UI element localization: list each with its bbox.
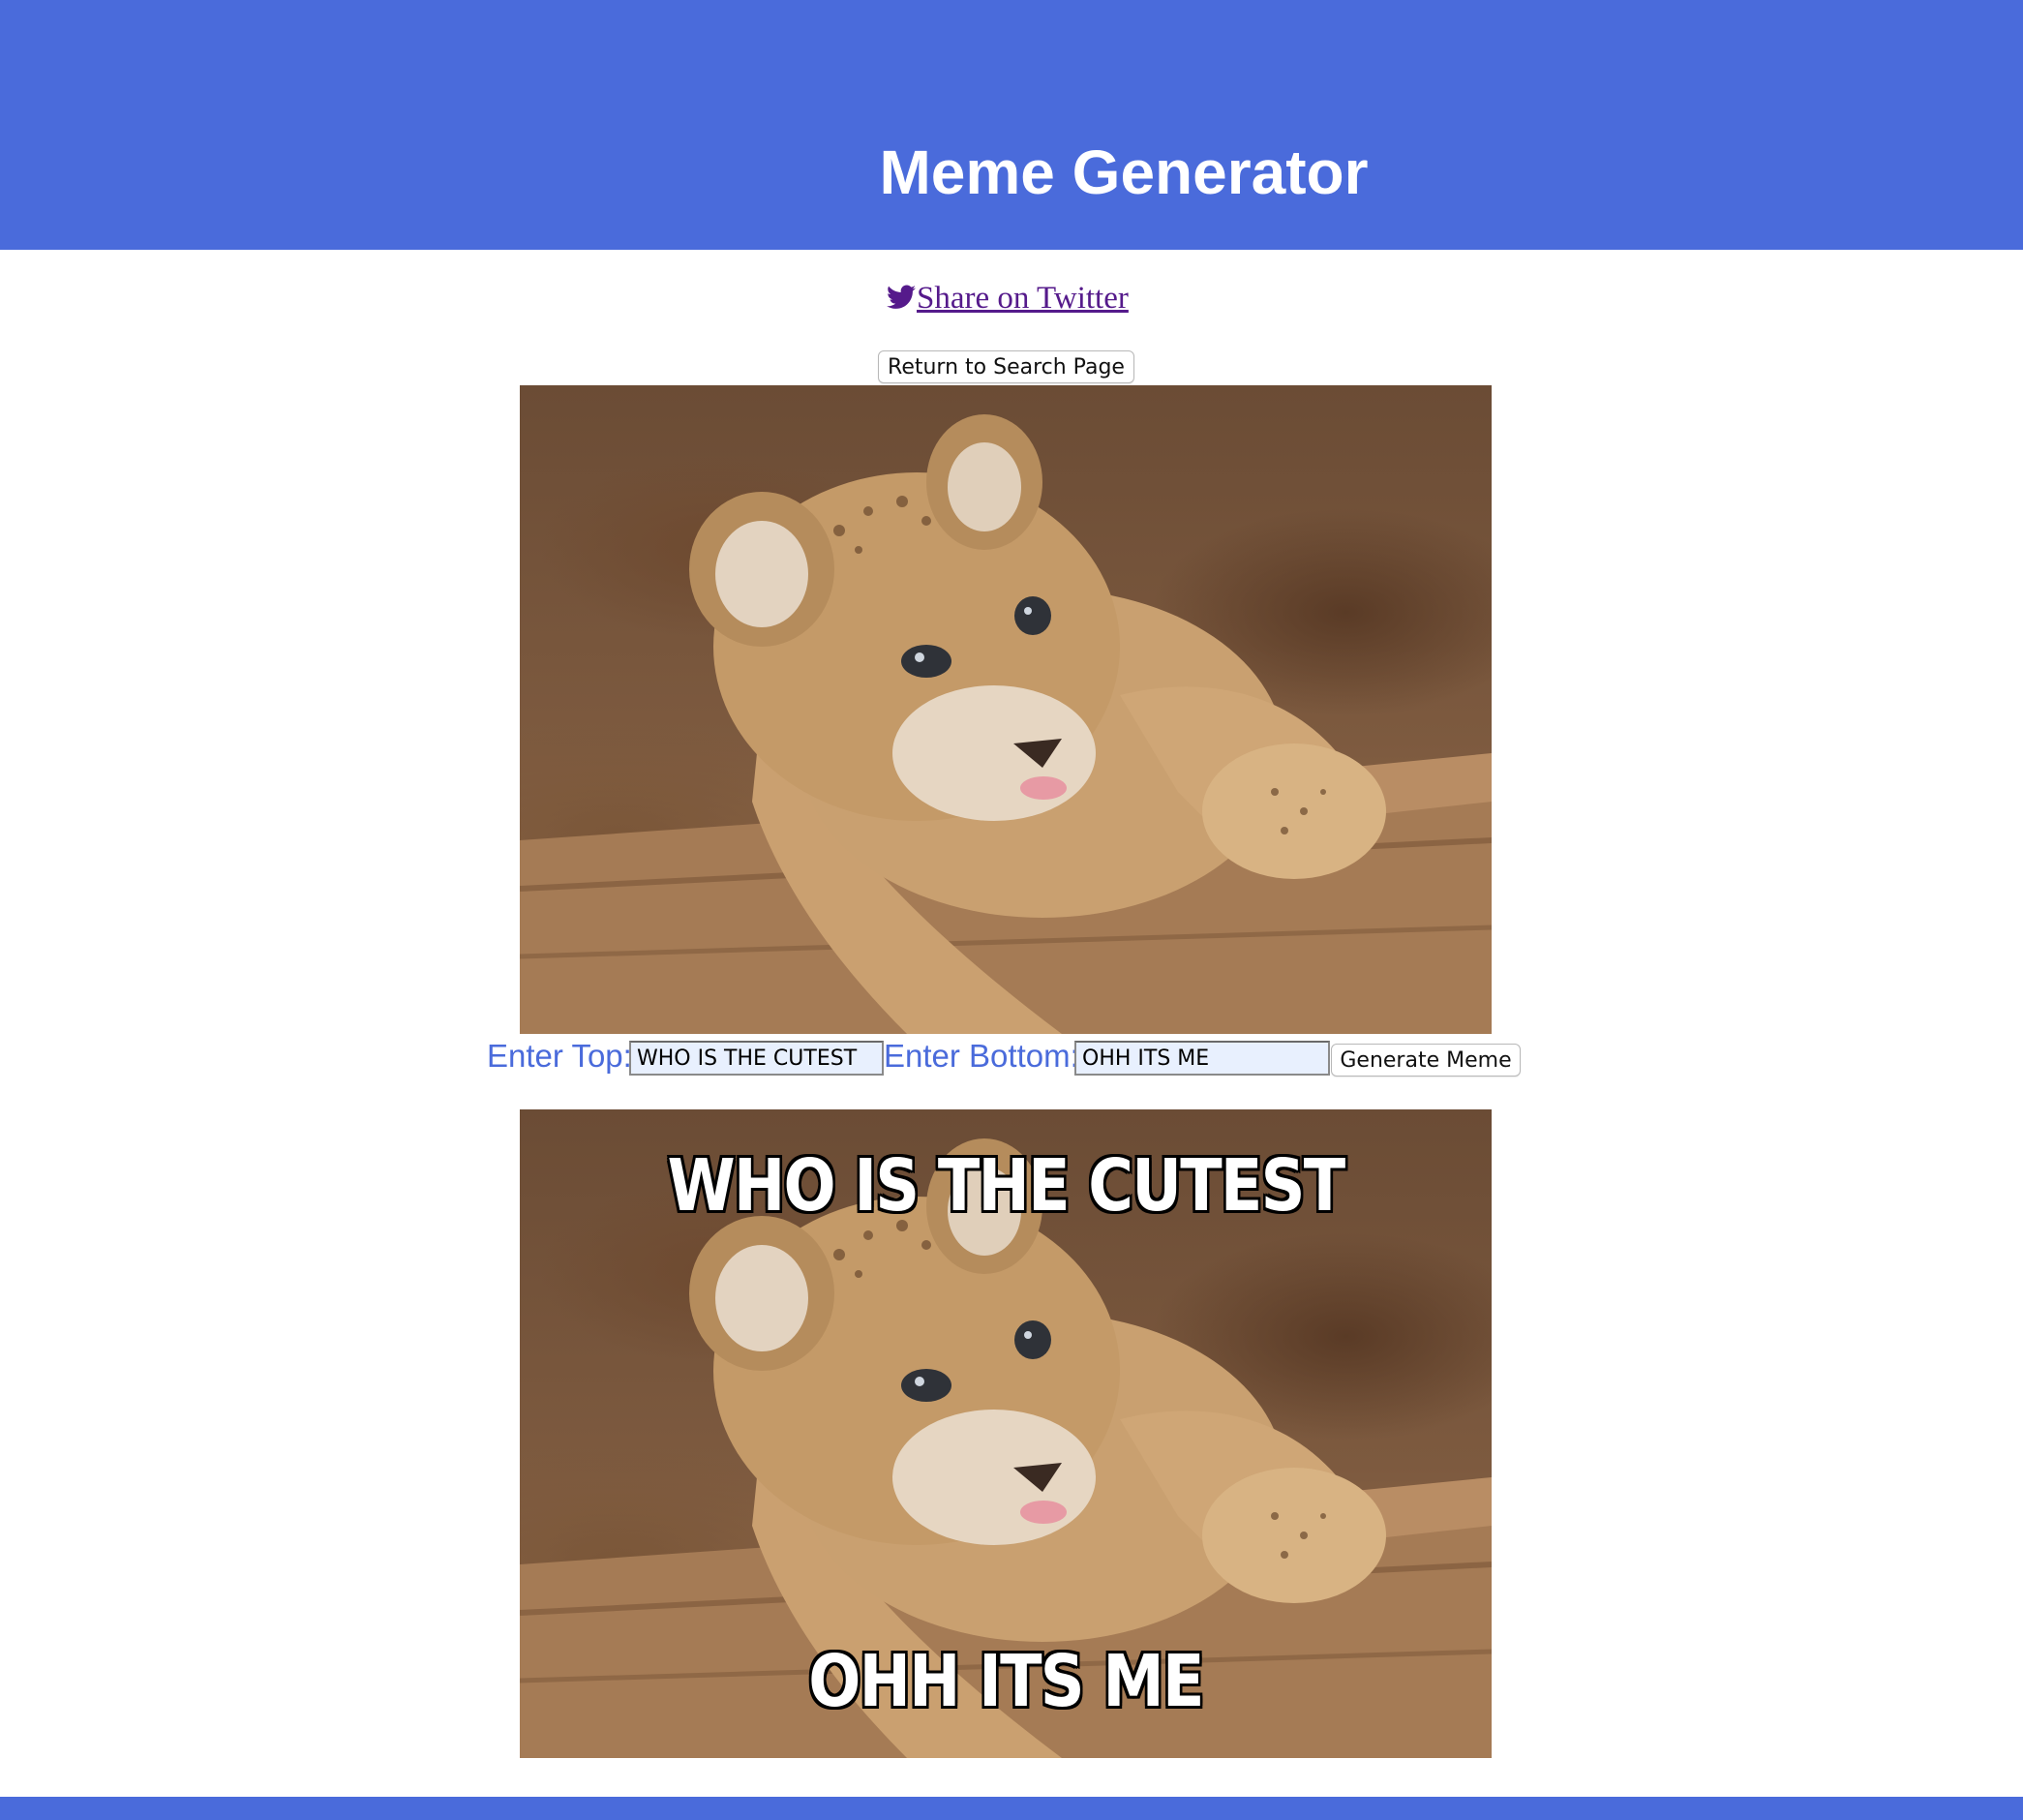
top-text-label: Enter Top:	[487, 1038, 632, 1074]
page-header: Meme Generator	[0, 0, 2023, 250]
page-footer	[0, 1797, 2023, 1820]
share-on-twitter-link[interactable]: Share on Twitter	[887, 277, 1129, 319]
twitter-icon	[887, 285, 916, 309]
bottom-text-label: Enter Bottom:	[884, 1038, 1079, 1074]
source-image	[520, 385, 1492, 1034]
meme-top-caption: WHO IS THE CUTEST	[667, 1144, 1346, 1228]
generate-meme-button[interactable]: Generate Meme	[1331, 1044, 1521, 1077]
meme-bottom-caption: OHH ITS ME	[808, 1640, 1204, 1723]
page-title: Meme Generator	[879, 137, 1369, 207]
meme-form: Enter Top: Enter Bottom:	[0, 1036, 2023, 1084]
share-label: Share on Twitter	[917, 281, 1129, 316]
bottom-text-input[interactable]	[1074, 1041, 1330, 1076]
top-text-input[interactable]	[629, 1041, 884, 1076]
lion-cub-illustration	[520, 414, 1492, 1034]
generated-meme: WHO IS THE CUTEST OHH ITS ME	[520, 1109, 1492, 1758]
return-to-search-button[interactable]: Return to Search Page	[878, 350, 1134, 383]
